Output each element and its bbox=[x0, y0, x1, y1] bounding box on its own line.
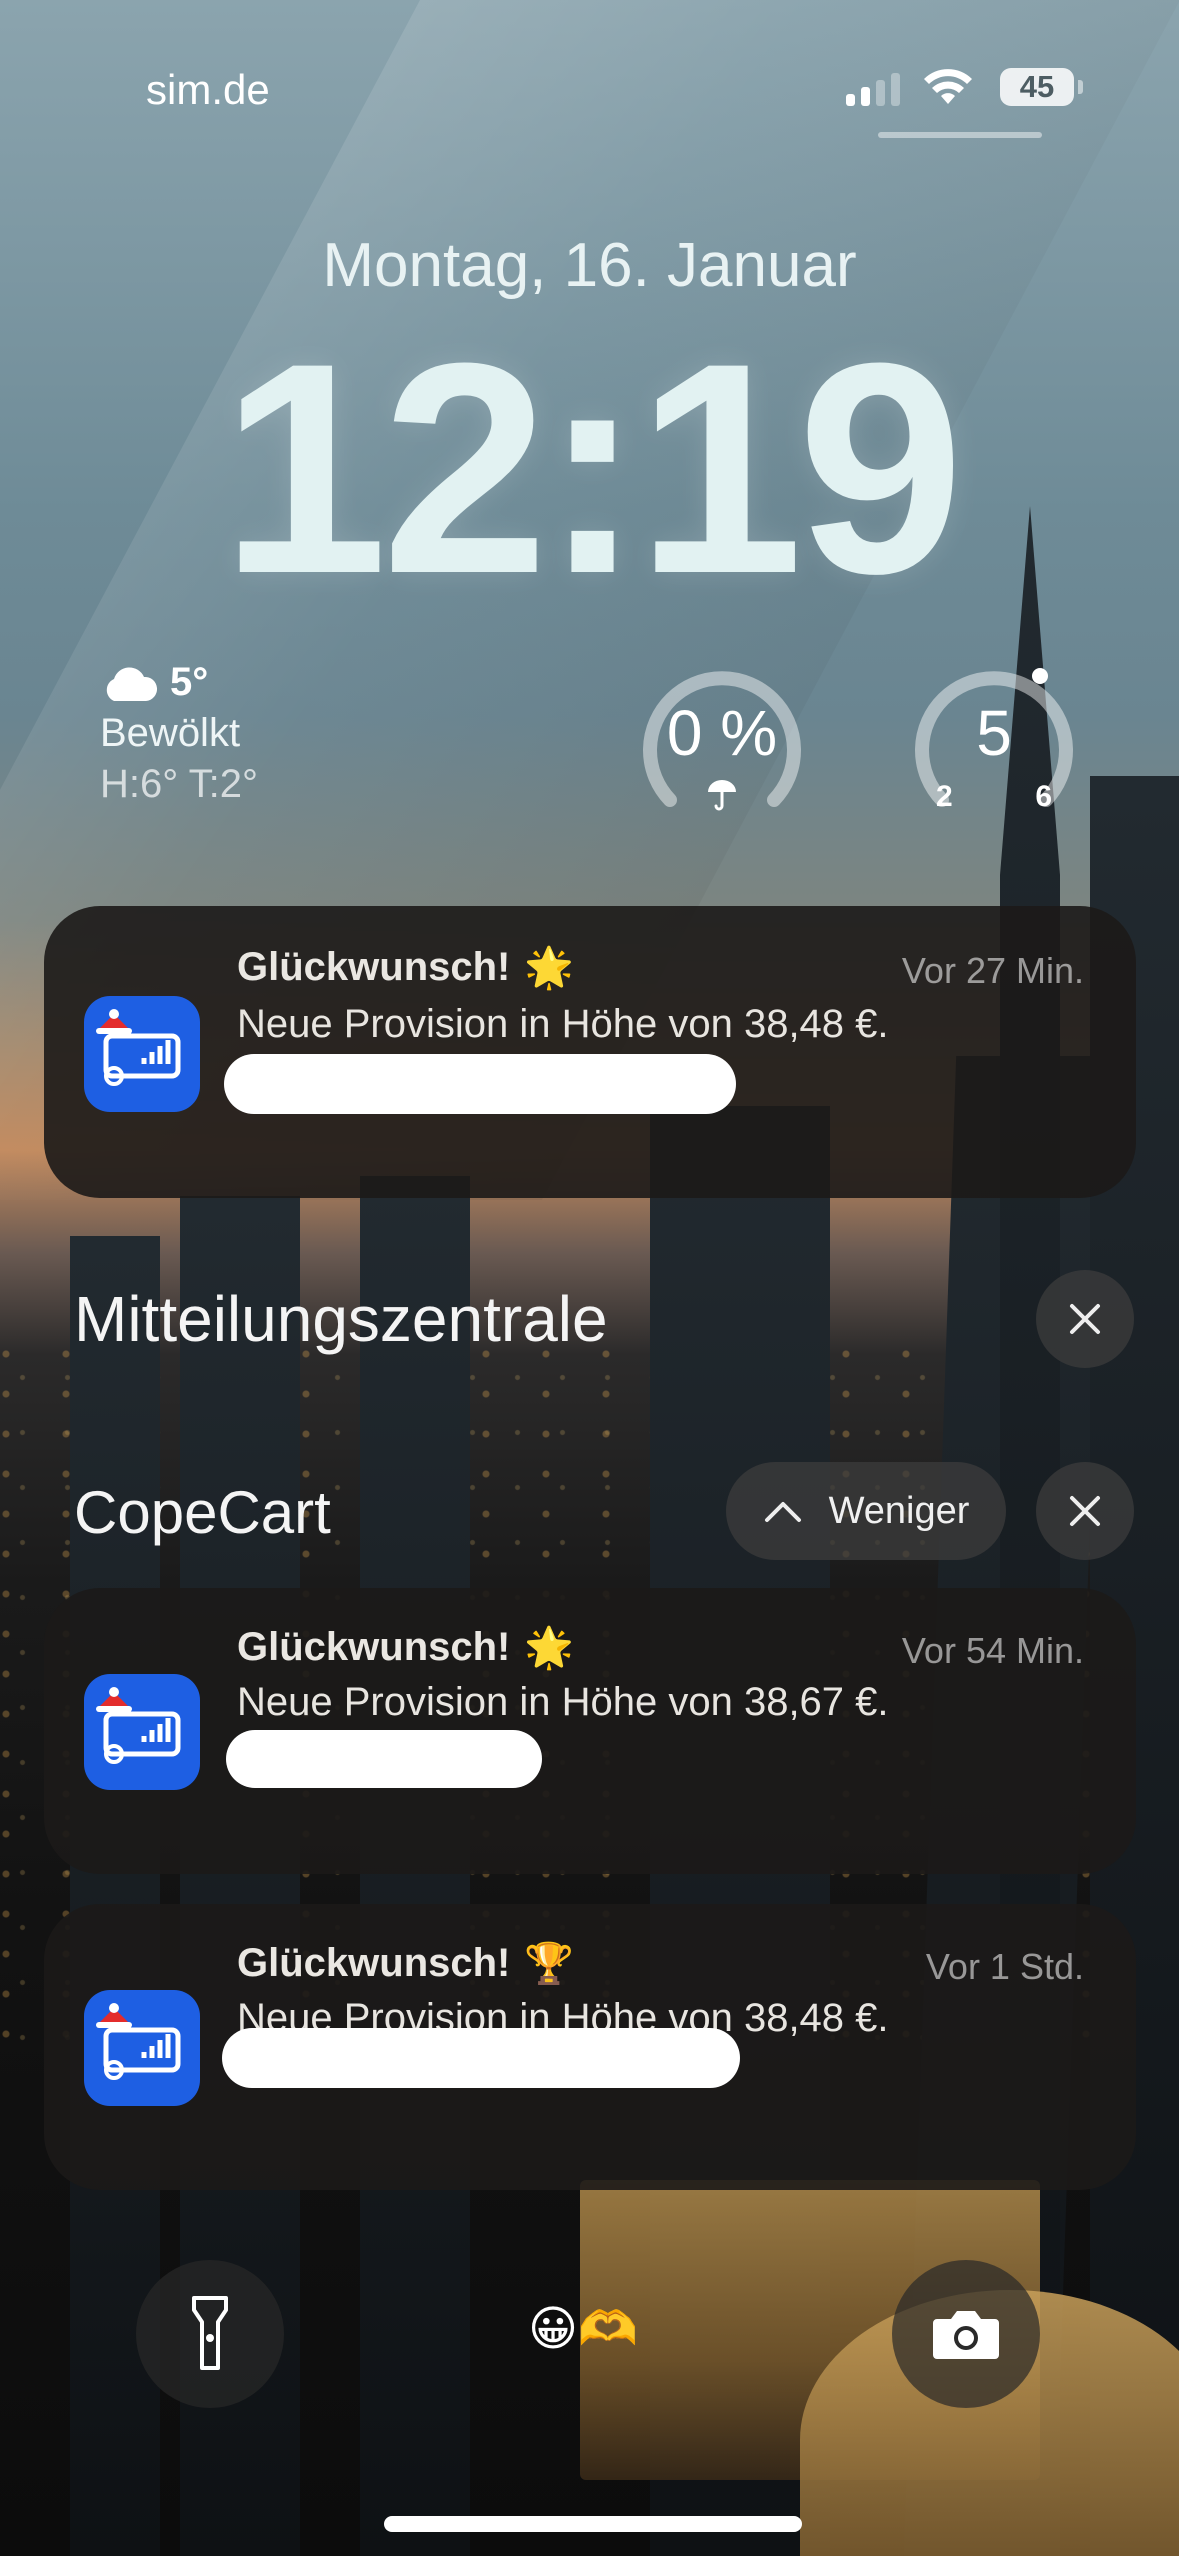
notification-title: Glückwunsch! 🌟 bbox=[237, 944, 574, 991]
status-bar: sim.de 45 bbox=[0, 0, 1179, 150]
notification-title: Glückwunsch! 🏆 bbox=[237, 1940, 574, 1987]
lock-screen-date[interactable]: Montag, 16. Januar bbox=[0, 230, 1179, 301]
notification-group-title: CopeCart bbox=[74, 1479, 331, 1546]
redaction-mark bbox=[222, 2028, 740, 2088]
copecart-app-icon bbox=[84, 996, 200, 1112]
battery-indicator: 45 bbox=[1000, 68, 1074, 106]
emoji-sticker: 😀🫶 bbox=[528, 2303, 638, 2356]
notification-time: Vor 27 Min. bbox=[901, 950, 1084, 991]
close-icon bbox=[1070, 1496, 1100, 1526]
battery-cap bbox=[1078, 80, 1083, 94]
notification-card[interactable]: Glückwunsch! 🌟 Vor 27 Min. Neue Provisio… bbox=[44, 906, 1136, 1198]
wifi-icon bbox=[924, 69, 972, 104]
camera-button[interactable] bbox=[892, 2260, 1040, 2408]
notification-title-text: Glückwunsch! bbox=[237, 1941, 511, 1985]
show-less-label: Weniger bbox=[828, 1489, 970, 1532]
temperature-gauge-value: 5 bbox=[976, 697, 1012, 769]
close-icon bbox=[1070, 1304, 1100, 1334]
copecart-app-icon bbox=[84, 1990, 200, 2106]
temperature-gauge-max: 6 bbox=[1035, 780, 1052, 813]
weather-widget[interactable]: 5° Bewölkt H:6° T:2° bbox=[100, 660, 258, 807]
notification-title: Glückwunsch! 🌟 bbox=[237, 1624, 574, 1671]
precipitation-widget[interactable]: 0 % bbox=[634, 652, 810, 828]
camera-icon bbox=[933, 2311, 999, 2359]
notification-card[interactable]: Glückwunsch! 🌟 Vor 54 Min. Neue Provisio… bbox=[44, 1588, 1136, 1874]
status-bar-indicator bbox=[878, 132, 1042, 138]
redaction-mark bbox=[226, 1730, 542, 1788]
precipitation-value: 0 % bbox=[666, 697, 778, 769]
clear-group-button[interactable] bbox=[1036, 1462, 1134, 1560]
star-emoji-icon: 🌟 bbox=[524, 946, 575, 990]
clear-all-button[interactable] bbox=[1036, 1270, 1134, 1368]
cellular-signal-icon bbox=[846, 72, 900, 106]
notification-card[interactable]: Glückwunsch! 🏆 Vor 1 Std. Neue Provision… bbox=[44, 1904, 1136, 2190]
redaction-mark bbox=[224, 1054, 736, 1114]
umbrella-icon bbox=[708, 780, 736, 811]
carrier-label: sim.de bbox=[146, 66, 270, 113]
flashlight-button[interactable] bbox=[136, 2260, 284, 2408]
notification-title-text: Glückwunsch! bbox=[237, 945, 511, 989]
notification-body: Neue Provision in Höhe von 38,67 €. bbox=[237, 1680, 889, 1724]
copecart-app-icon bbox=[84, 1674, 200, 1790]
cloud-icon bbox=[106, 666, 158, 701]
weather-temperature: 5° bbox=[170, 660, 209, 704]
notification-time: Vor 1 Std. bbox=[925, 1946, 1084, 1987]
notification-time: Vor 54 Min. bbox=[901, 1630, 1084, 1671]
home-indicator[interactable] bbox=[384, 2516, 802, 2532]
lock-screen-clock[interactable]: 12:19 bbox=[0, 318, 1179, 618]
show-less-button[interactable]: Weniger bbox=[726, 1462, 1006, 1560]
flashlight-icon bbox=[192, 2296, 228, 2370]
temperature-gauge-min: 2 bbox=[936, 780, 953, 813]
chevron-up-icon bbox=[764, 1502, 801, 1522]
notification-title-text: Glückwunsch! bbox=[237, 1625, 511, 1669]
notification-center-title: Mitteilungszentrale bbox=[74, 1283, 608, 1355]
star-emoji-icon: 🌟 bbox=[524, 1626, 575, 1670]
notification-body: Neue Provision in Höhe von 38,48 €. bbox=[237, 1002, 889, 1046]
trophy-emoji-icon: 🏆 bbox=[524, 1942, 575, 1986]
temperature-gauge-widget[interactable]: 5 2 6 bbox=[906, 652, 1082, 828]
weather-condition: Bewölkt bbox=[100, 711, 241, 755]
weather-high-low: H:6° T:2° bbox=[100, 762, 258, 806]
